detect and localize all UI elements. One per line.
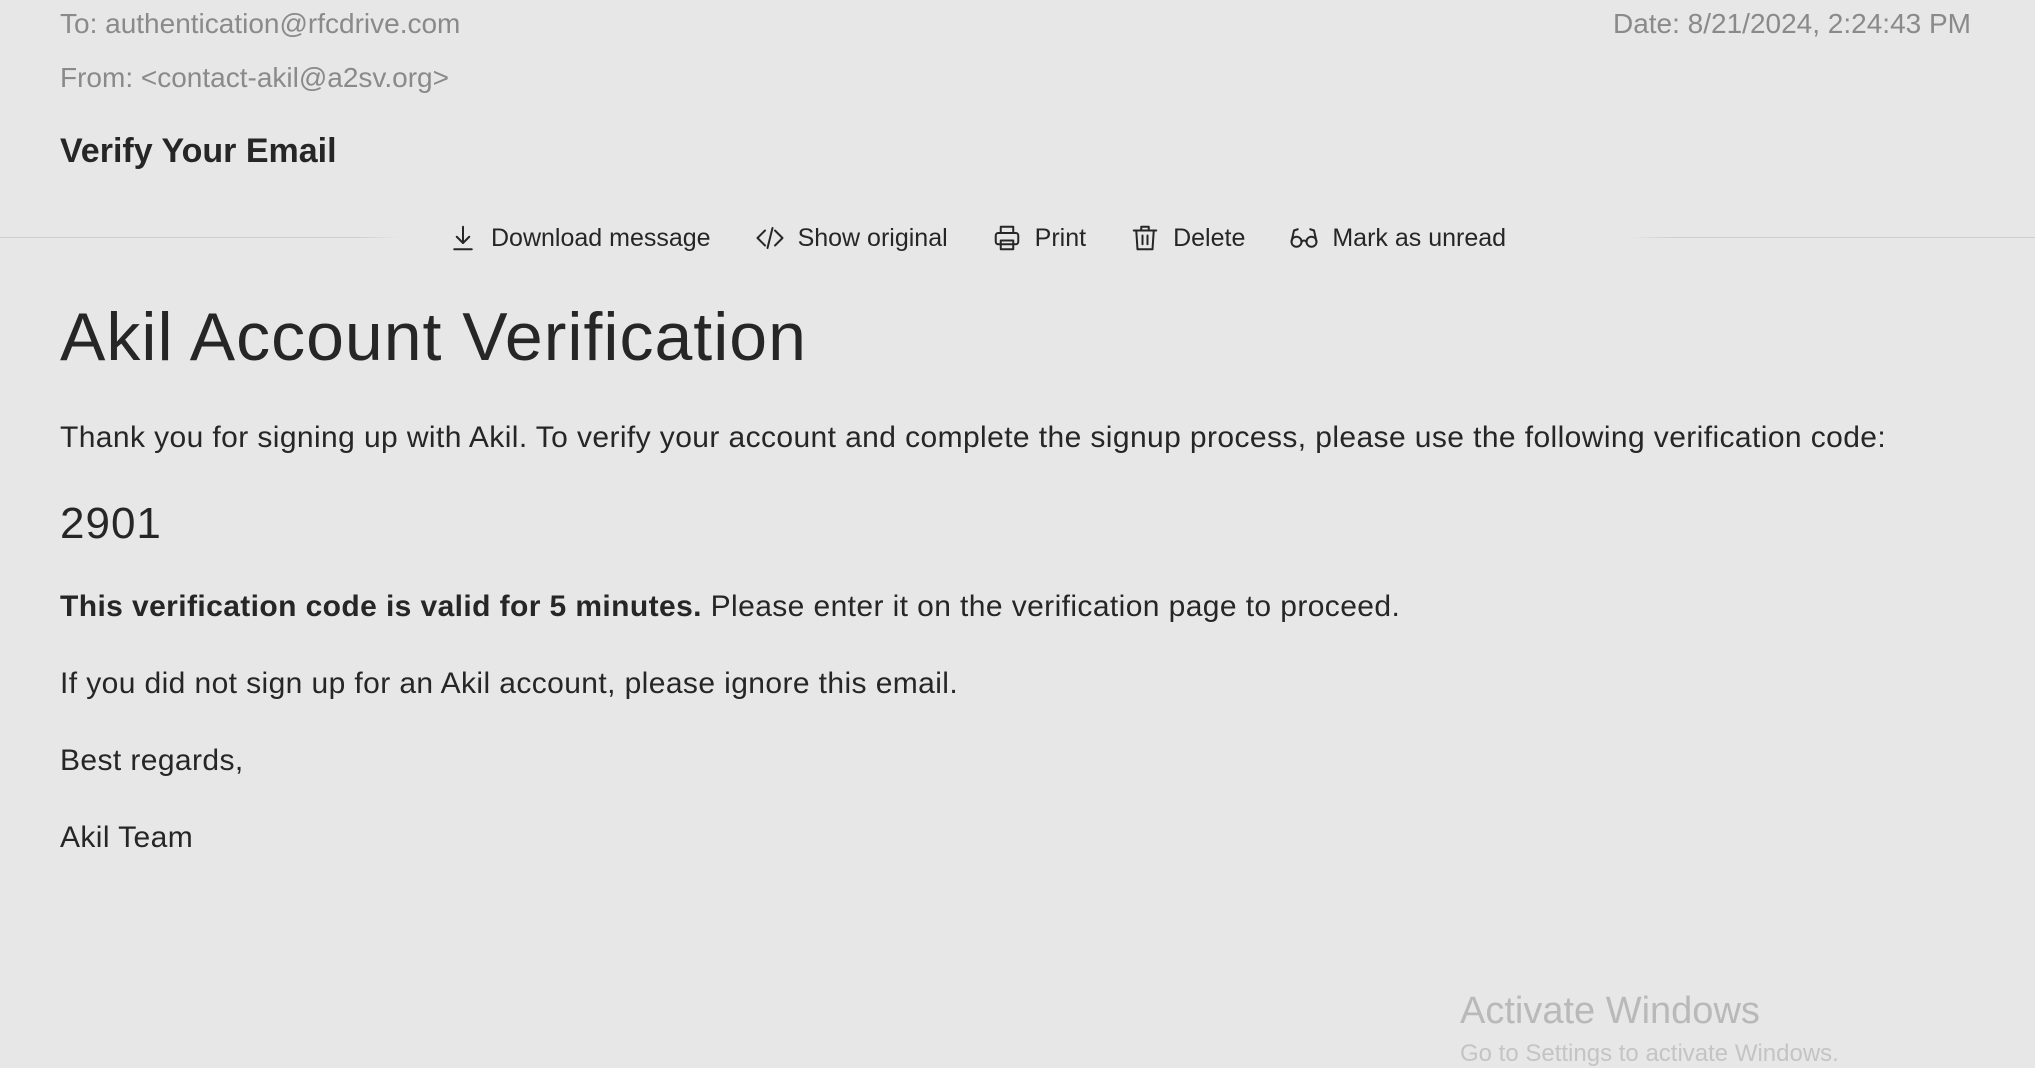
signature-line: Akil Team (60, 820, 194, 854)
verification-code: 2901 (60, 498, 162, 548)
mark-as-unread-label: Mark as unread (1332, 223, 1507, 252)
toolbar-divider-left (0, 237, 400, 238)
closing-line: Best regards, (60, 743, 244, 777)
toolbar-divider-right (1630, 237, 2035, 238)
mark-as-unread-button[interactable]: Mark as unread (1289, 223, 1506, 253)
code-icon (756, 227, 784, 249)
sender-line: From: <contact-akil@a2sv.org> (60, 62, 449, 93)
email-subject: Verify Your Email (60, 132, 337, 170)
activate-windows-subtitle: Go to Settings to activate Windows. (1460, 1040, 1839, 1067)
message-body: Akil Account Verification Thank you for … (60, 300, 1970, 860)
validity-emphasis: This verification code is valid for 5 mi… (60, 589, 702, 623)
recipient-line: To: authentication@rfcdrive.com (60, 8, 461, 39)
intro-paragraph: Thank you for signing up with Akil. To v… (60, 420, 1887, 454)
print-label: Print (1034, 223, 1087, 252)
delete-label: Delete (1173, 223, 1246, 252)
download-icon (453, 225, 473, 251)
ignore-paragraph: If you did not sign up for an Akil accou… (60, 666, 959, 700)
delete-button[interactable]: Delete (1130, 223, 1245, 253)
message-toolbar: Download message Show original Print Del… (448, 218, 1506, 258)
download-message-button[interactable]: Download message (448, 223, 711, 253)
download-message-label: Download message (491, 223, 711, 252)
printer-icon (994, 225, 1019, 251)
glasses-icon (1290, 228, 1318, 248)
trash-icon (1132, 225, 1158, 251)
message-heading: Akil Account Verification (60, 299, 807, 375)
print-button[interactable]: Print (992, 223, 1086, 253)
show-original-button[interactable]: Show original (755, 223, 948, 253)
show-original-label: Show original (797, 223, 948, 252)
validity-text: Please enter it on the verification page… (701, 589, 1401, 623)
validity-paragraph: This verification code is valid for 5 mi… (60, 584, 1970, 629)
date-line: Date: 8/21/2024, 2:24:43 PM (1612, 8, 1971, 39)
activate-windows-watermark: Activate Windows (1460, 990, 1760, 1032)
